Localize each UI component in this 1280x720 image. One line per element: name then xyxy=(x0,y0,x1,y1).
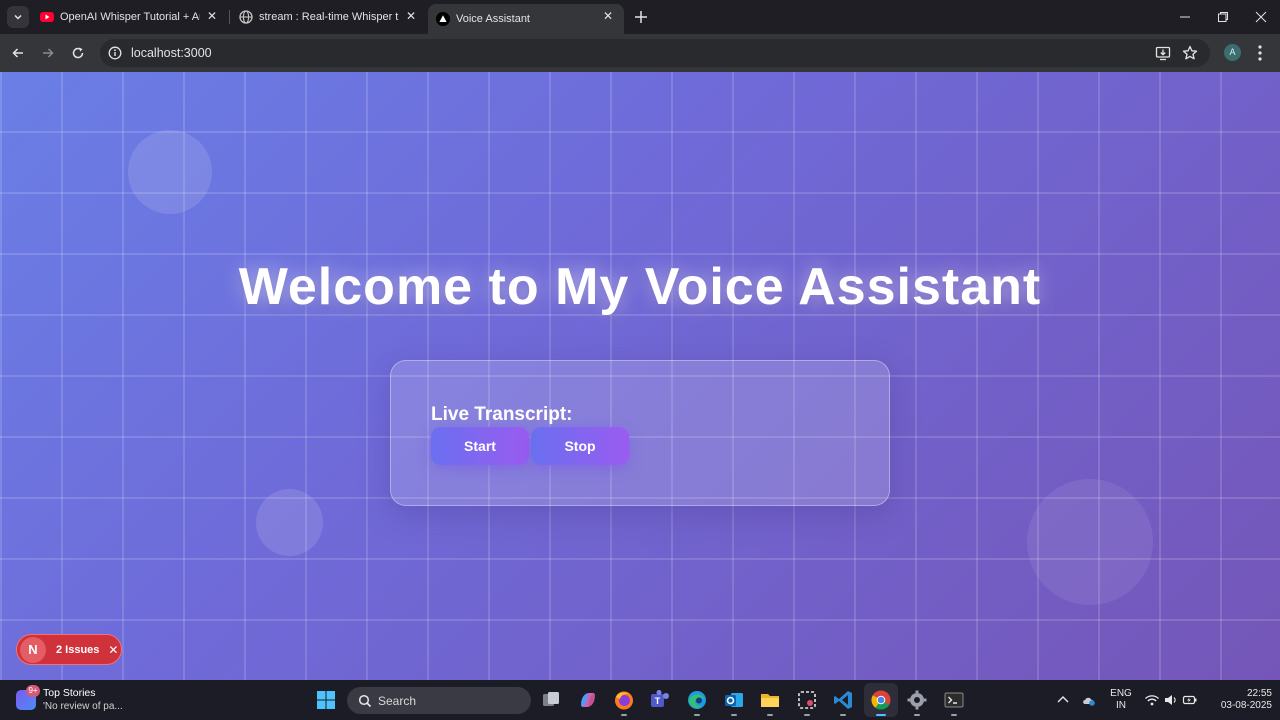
tab-strip: OpenAI Whisper Tutorial + Aud ✕ stream :… xyxy=(0,0,1280,34)
decorative-bubble xyxy=(256,489,323,556)
search-icon xyxy=(358,694,372,708)
tab-divider xyxy=(229,10,230,24)
close-icon[interactable]: ✕ xyxy=(601,9,615,23)
start-button[interactable]: Start xyxy=(431,427,529,465)
tab-title: stream : Real-time Whisper tran xyxy=(259,11,399,23)
decorative-bubble xyxy=(1027,479,1153,605)
region-code: IN xyxy=(1116,700,1126,711)
browser-toolbar: localhost:3000 A xyxy=(0,34,1280,72)
plus-icon xyxy=(635,11,647,23)
chrome-icon[interactable] xyxy=(869,688,893,712)
address-bar[interactable]: localhost:3000 xyxy=(100,39,1210,67)
file-explorer-icon[interactable] xyxy=(758,688,782,712)
time: 22:55 xyxy=(1246,688,1272,699)
more-menu-icon[interactable] xyxy=(1254,43,1266,63)
search-label: Search xyxy=(378,694,417,708)
snipping-tool-icon[interactable] xyxy=(795,688,819,712)
running-indicator xyxy=(731,714,737,716)
date: 03-08-2025 xyxy=(1220,700,1272,711)
reload-icon xyxy=(72,47,84,59)
edge-icon[interactable] xyxy=(685,688,709,712)
decorative-bubble xyxy=(128,130,212,214)
active-indicator xyxy=(876,714,886,716)
settings-gear-icon[interactable] xyxy=(905,688,929,712)
nextjs-logo: N xyxy=(20,636,46,663)
bookmark-star-icon[interactable] xyxy=(1181,44,1199,62)
taskbar: 9+ Top Stories 'No review of pa... Searc… xyxy=(0,680,1280,720)
task-view-icon[interactable] xyxy=(539,688,563,712)
running-indicator xyxy=(840,714,846,716)
news-badge: 9+ xyxy=(26,685,40,697)
page-title: Welcome to My Voice Assistant xyxy=(238,258,1042,316)
clock[interactable]: 22:55 03-08-2025 xyxy=(1208,688,1272,712)
volume-icon[interactable] xyxy=(1163,693,1179,707)
minimize-button[interactable] xyxy=(1166,0,1204,34)
arrow-left-icon xyxy=(12,48,23,58)
outlook-icon[interactable] xyxy=(722,688,746,712)
terminal-icon[interactable] xyxy=(942,688,966,712)
globe-icon xyxy=(239,10,253,24)
input-language[interactable]: ENG IN xyxy=(1107,688,1135,712)
arrow-right-icon xyxy=(43,48,54,58)
chevron-up-icon[interactable] xyxy=(1055,693,1071,707)
firefox-icon[interactable] xyxy=(612,688,636,712)
running-indicator xyxy=(767,714,773,716)
profile-avatar[interactable]: A xyxy=(1224,44,1241,61)
forward-button[interactable] xyxy=(38,43,58,63)
transcript-card: Live Transcript: Start Stop xyxy=(390,360,890,506)
close-icon[interactable]: ✕ xyxy=(205,9,219,23)
close-icon[interactable]: ✕ xyxy=(404,9,418,23)
running-indicator xyxy=(694,714,700,716)
taskbar-search[interactable]: Search xyxy=(347,687,531,714)
back-button[interactable] xyxy=(8,43,28,63)
vscode-icon[interactable] xyxy=(831,688,855,712)
issues-count: 2 Issues xyxy=(56,643,100,656)
running-indicator xyxy=(804,714,810,716)
page-viewport: Welcome to My Voice Assistant Live Trans… xyxy=(0,72,1280,680)
minimize-icon xyxy=(1180,16,1190,18)
news-title: Top Stories xyxy=(43,687,96,699)
new-tab-button[interactable] xyxy=(632,8,650,26)
battery-icon[interactable] xyxy=(1182,693,1198,707)
site-info-icon[interactable] xyxy=(108,46,122,60)
restore-icon xyxy=(1218,12,1228,22)
issues-badge[interactable]: N 2 Issues ✕ xyxy=(16,634,122,665)
reload-button[interactable] xyxy=(68,43,88,63)
wifi-icon[interactable] xyxy=(1144,693,1160,707)
close-icon xyxy=(1255,11,1267,23)
youtube-icon xyxy=(40,12,54,22)
stop-button[interactable]: Stop xyxy=(531,427,629,465)
tab-voice-assistant[interactable]: Voice Assistant ✕ xyxy=(428,4,624,34)
tab-search-button[interactable] xyxy=(7,6,29,28)
tab-stream-whisper[interactable]: stream : Real-time Whisper tran ✕ xyxy=(231,4,427,30)
vercel-triangle-icon xyxy=(436,12,450,26)
url-text: localhost:3000 xyxy=(131,46,212,60)
running-indicator xyxy=(914,714,920,716)
copilot-icon[interactable] xyxy=(576,688,600,712)
teams-icon[interactable]: T xyxy=(648,688,672,712)
install-app-icon[interactable] xyxy=(1154,44,1172,62)
close-window-button[interactable] xyxy=(1242,0,1280,34)
transcript-label: Live Transcript: xyxy=(431,404,573,425)
tab-title: OpenAI Whisper Tutorial + Aud xyxy=(60,11,200,23)
language-code: ENG xyxy=(1110,688,1132,699)
onedrive-cloud-icon[interactable] xyxy=(1081,693,1097,707)
chevron-down-icon xyxy=(14,14,22,20)
windows-start-icon[interactable] xyxy=(314,688,338,712)
running-indicator xyxy=(621,714,627,716)
news-widget[interactable]: 9+ Top Stories 'No review of pa... xyxy=(16,685,146,715)
maximize-button[interactable] xyxy=(1204,0,1242,34)
news-subtitle: 'No review of pa... xyxy=(43,701,123,712)
tab-title: Voice Assistant xyxy=(456,13,530,25)
running-indicator xyxy=(951,714,957,716)
svg-text:T: T xyxy=(655,696,661,706)
tab-openai-whisper[interactable]: OpenAI Whisper Tutorial + Aud ✕ xyxy=(32,4,228,30)
close-icon[interactable]: ✕ xyxy=(108,643,118,657)
